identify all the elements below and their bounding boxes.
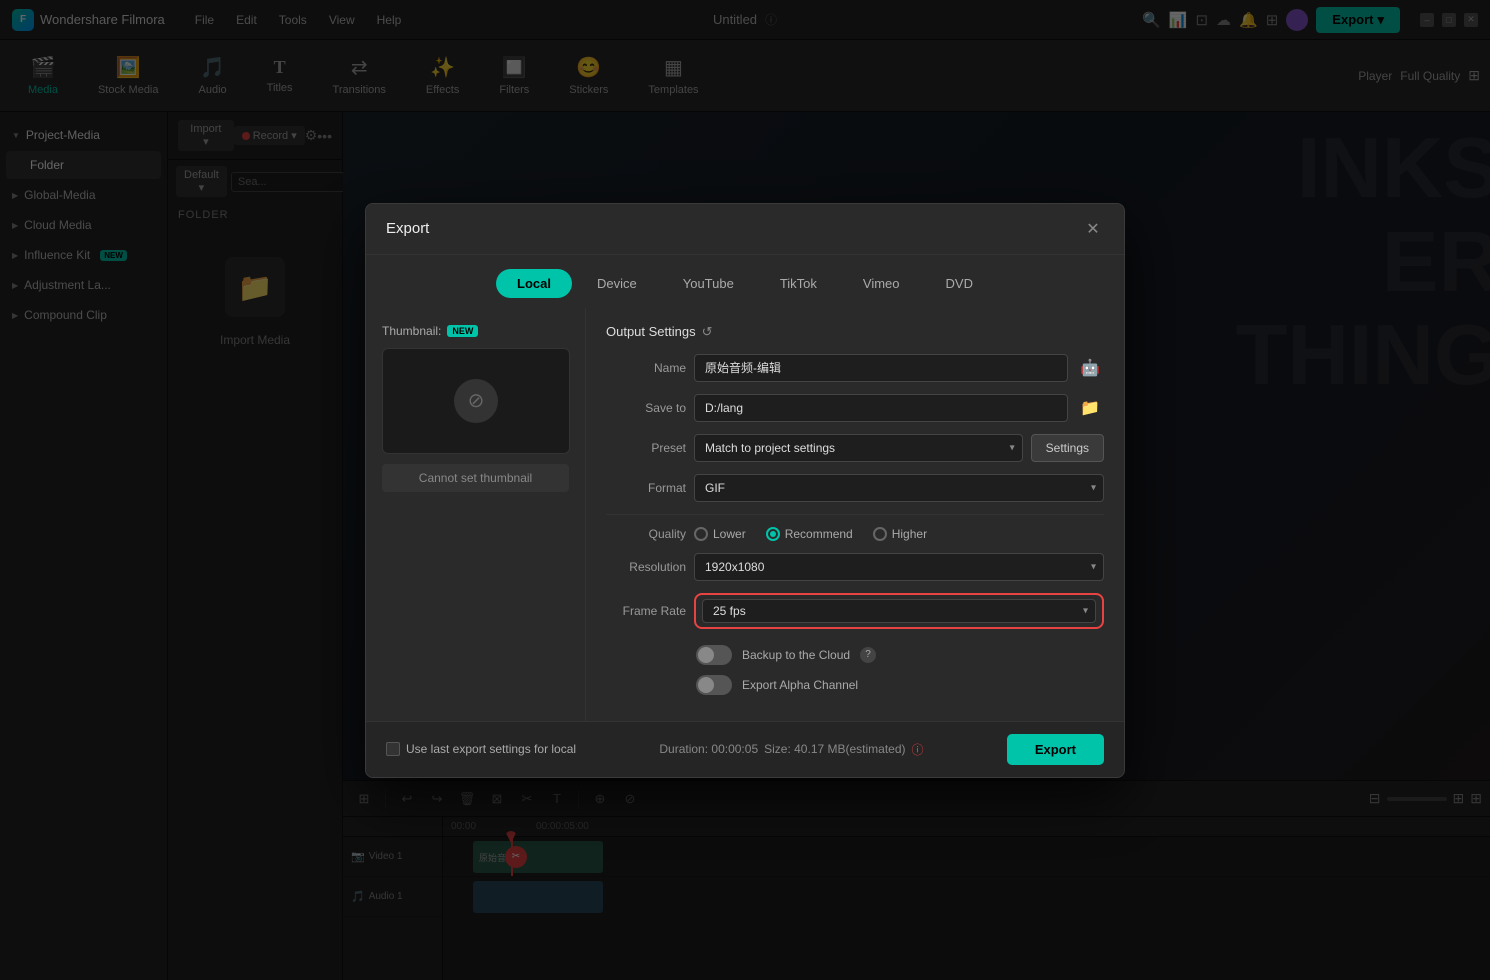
modal-output-section: Output Settings ↺ Name 🤖 Save to 📁: [586, 308, 1124, 721]
frame-rate-label: Frame Rate: [606, 604, 686, 618]
modal-body: Thumbnail: NEW ⊘ Cannot set thumbnail Ou…: [366, 308, 1124, 721]
quality-recommend[interactable]: Recommend: [766, 527, 853, 541]
export-alpha-row: Export Alpha Channel: [606, 675, 1104, 695]
ai-name-button[interactable]: 🤖: [1076, 356, 1104, 380]
resolution-select-wrapper: 1920x1080: [694, 553, 1104, 581]
preset-select-wrapper: Match to project settings: [694, 434, 1023, 462]
save-to-label: Save to: [606, 401, 686, 415]
preset-label: Preset: [606, 441, 686, 455]
duration-text: Duration: 00:00:05: [659, 742, 758, 756]
modal-title: Export: [386, 220, 429, 237]
tab-dvd[interactable]: DVD: [925, 269, 994, 298]
use-last-checkbox[interactable]: Use last export settings for local: [386, 742, 576, 756]
frame-rate-highlight: 25 fps: [694, 593, 1104, 629]
tab-local[interactable]: Local: [496, 269, 572, 298]
quality-higher[interactable]: Higher: [873, 527, 927, 541]
frame-rate-row: Frame Rate 25 fps: [606, 593, 1104, 629]
backup-cloud-toggle[interactable]: [696, 645, 732, 665]
save-to-row: Save to 📁: [606, 394, 1104, 422]
radio-recommend: [766, 527, 780, 541]
thumbnail-new-badge: NEW: [447, 325, 478, 337]
quality-label: Quality: [606, 527, 686, 541]
save-path-input[interactable]: [694, 394, 1068, 422]
refresh-icon[interactable]: ↺: [702, 324, 713, 340]
frame-rate-select-wrapper: 25 fps: [702, 599, 1096, 623]
name-row: Name 🤖: [606, 354, 1104, 382]
thumbnail-placeholder-icon: ⊘: [454, 379, 498, 423]
export-modal: Export ✕ Local Device YouTube TikTok Vim…: [365, 203, 1125, 778]
modal-close-button[interactable]: ✕: [1082, 218, 1104, 240]
cannot-set-thumbnail-button: Cannot set thumbnail: [382, 464, 569, 492]
format-row: Format GIF: [606, 474, 1104, 502]
modal-footer: Use last export settings for local Durat…: [366, 721, 1124, 777]
tab-tiktok[interactable]: TikTok: [759, 269, 838, 298]
export-modal-button[interactable]: Export: [1007, 734, 1104, 765]
tab-youtube[interactable]: YouTube: [662, 269, 755, 298]
radio-higher: [873, 527, 887, 541]
resolution-label: Resolution: [606, 560, 686, 574]
preset-settings-button[interactable]: Settings: [1031, 434, 1104, 462]
quality-row: Quality Lower Recommend Higher: [606, 527, 1104, 541]
folder-browse-button[interactable]: 📁: [1076, 394, 1104, 422]
radio-lower: [694, 527, 708, 541]
backup-help-icon[interactable]: ?: [860, 647, 876, 663]
thumbnail-label: Thumbnail: NEW: [382, 324, 569, 338]
quality-lower[interactable]: Lower: [694, 527, 746, 541]
size-text: Size: 40.17 MB(estimated): [764, 742, 905, 756]
format-select-wrapper: GIF: [694, 474, 1104, 502]
modal-tabs: Local Device YouTube TikTok Vimeo DVD: [366, 255, 1124, 308]
divider1: [606, 514, 1104, 515]
quality-options: Lower Recommend Higher: [694, 527, 927, 541]
name-input[interactable]: [694, 354, 1068, 382]
preset-row: Preset Match to project settings Setting…: [606, 434, 1104, 462]
format-select[interactable]: GIF: [694, 474, 1104, 502]
export-alpha-label: Export Alpha Channel: [742, 678, 858, 692]
toggle-knob-alpha: [698, 677, 714, 693]
resolution-row: Resolution 1920x1080: [606, 553, 1104, 581]
modal-overlay: Export ✕ Local Device YouTube TikTok Vim…: [0, 0, 1490, 980]
modal-header: Export ✕: [366, 204, 1124, 255]
modal-thumbnail-section: Thumbnail: NEW ⊘ Cannot set thumbnail: [366, 308, 586, 721]
toggle-knob-backup: [698, 647, 714, 663]
preset-select[interactable]: Match to project settings: [694, 434, 1023, 462]
size-info-icon[interactable]: ⓘ: [912, 741, 924, 758]
export-alpha-toggle[interactable]: [696, 675, 732, 695]
frame-rate-select[interactable]: 25 fps: [702, 599, 1096, 623]
tab-vimeo[interactable]: Vimeo: [842, 269, 921, 298]
checkbox-use-last: [386, 742, 400, 756]
resolution-select[interactable]: 1920x1080: [694, 553, 1104, 581]
output-settings-title: Output Settings ↺: [606, 324, 1104, 340]
backup-cloud-label: Backup to the Cloud: [742, 648, 850, 662]
backup-cloud-row: Backup to the Cloud ?: [606, 645, 1104, 665]
format-label: Format: [606, 481, 686, 495]
thumbnail-preview: ⊘: [382, 348, 570, 454]
tab-device[interactable]: Device: [576, 269, 658, 298]
name-label: Name: [606, 361, 686, 375]
footer-info: Duration: 00:00:05 Size: 40.17 MB(estima…: [659, 741, 923, 758]
